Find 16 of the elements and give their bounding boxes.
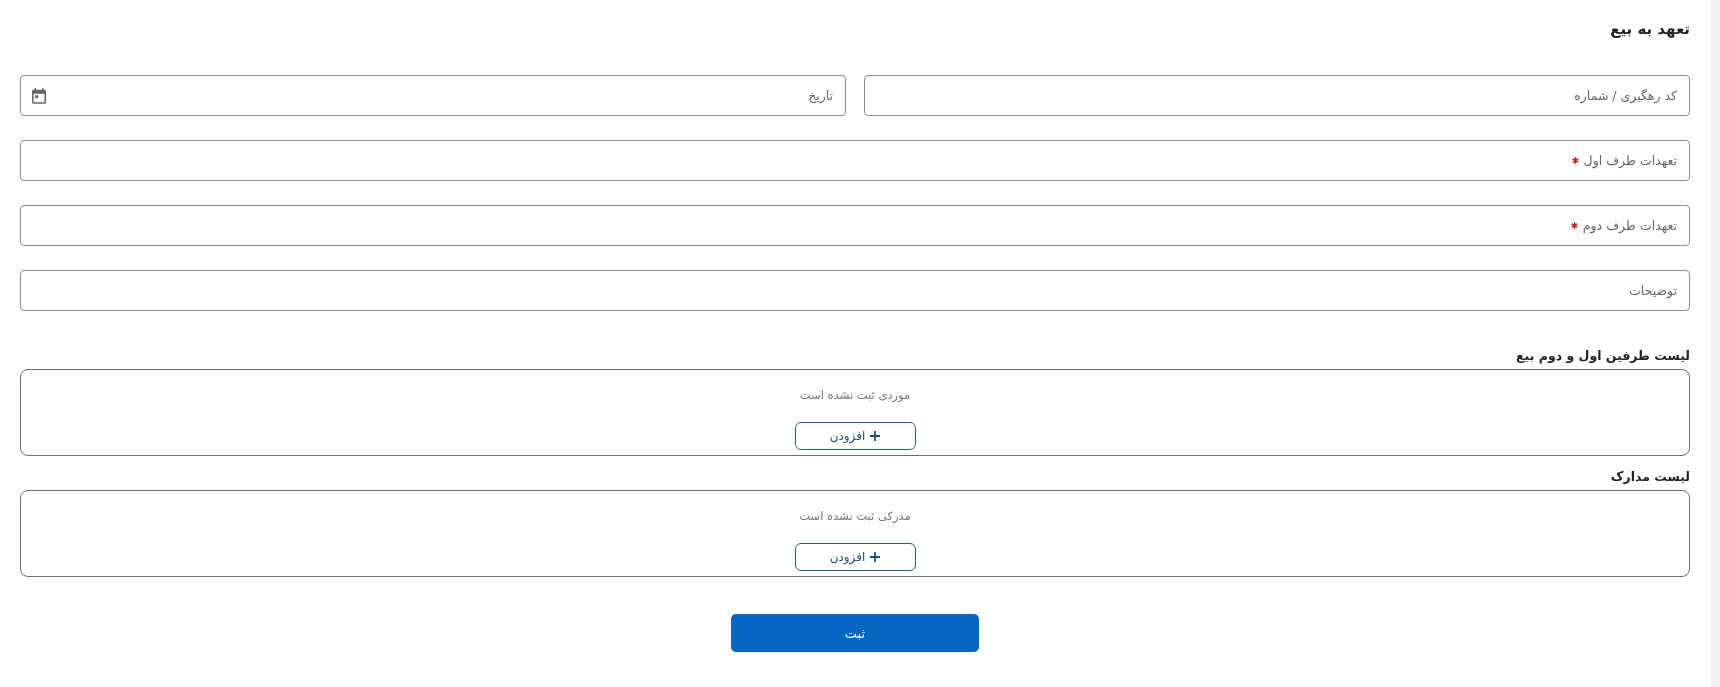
input-field[interactable]: تعهدات طرف دوم: [20, 205, 1690, 246]
input-field[interactable]: توضیحات: [20, 270, 1690, 311]
calendar-icon[interactable]: [32, 87, 46, 104]
section-title: لیست طرفین اول و دوم بیع: [1515, 348, 1690, 364]
plus-icon: [870, 552, 881, 562]
input-field[interactable]: تعهدات طرف اول: [20, 140, 1690, 181]
add-button[interactable]: افزودن: [794, 543, 916, 571]
add-button[interactable]: افزودن: [794, 422, 916, 450]
page-title: تعهد به بیع: [1609, 19, 1690, 40]
empty-message: مدرکی ثبت نشده است: [799, 508, 911, 524]
date-field[interactable]: تاریخ: [20, 75, 846, 116]
input-field[interactable]: کد رهگیری / شماره: [864, 75, 1690, 116]
section-title: لیست مدارک: [1609, 469, 1690, 485]
empty-message: موردی ثبت نشده است: [799, 387, 911, 403]
plus-icon: [870, 431, 881, 441]
submit-button[interactable]: ثبت: [731, 614, 979, 652]
